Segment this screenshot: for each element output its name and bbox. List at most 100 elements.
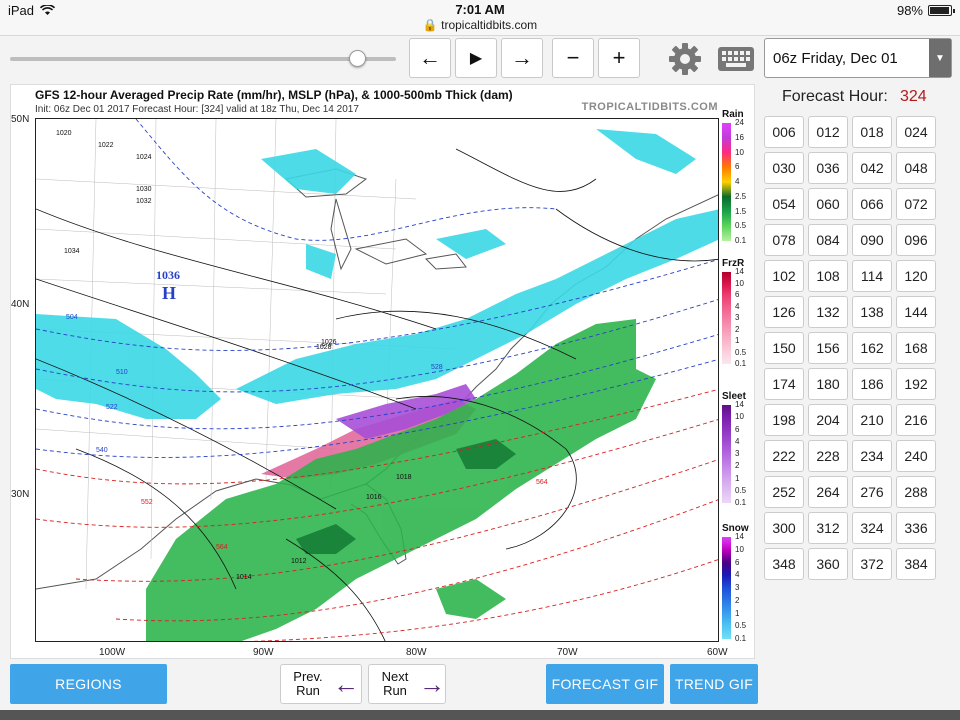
animation-slider-track[interactable] — [10, 57, 396, 61]
svg-text:504: 504 — [66, 314, 78, 321]
forecast-hour-button[interactable]: 012 — [808, 116, 848, 148]
forecast-hour-button[interactable]: 192 — [896, 368, 936, 400]
forecast-hour-button[interactable]: 222 — [764, 440, 804, 472]
forecast-hour-button[interactable]: 018 — [852, 116, 892, 148]
forecast-hour-button[interactable]: 174 — [764, 368, 804, 400]
forecast-hour-button[interactable]: 312 — [808, 512, 848, 544]
svg-text:1022: 1022 — [98, 142, 114, 149]
arrow-left-icon: ← — [333, 668, 359, 699]
forecast-gif-button[interactable]: FORECAST GIF — [546, 664, 664, 704]
forecast-hour-button[interactable]: 030 — [764, 152, 804, 184]
map-plot-area[interactable]: 1036 H 1020 1022 1024 1026 1028 1030 103… — [35, 118, 719, 642]
legend-tick-label: 24 — [735, 118, 744, 127]
forecast-hour-button[interactable]: 036 — [808, 152, 848, 184]
forecast-hour-button[interactable]: 096 — [896, 224, 936, 256]
forecast-hour-button[interactable]: 204 — [808, 404, 848, 436]
forecast-hour-button[interactable]: 024 — [896, 116, 936, 148]
minus-icon: − — [566, 45, 580, 70]
forecast-hour-button[interactable]: 180 — [808, 368, 848, 400]
settings-button[interactable] — [664, 40, 706, 78]
regions-button[interactable]: REGIONS — [10, 664, 167, 704]
forecast-hour-button[interactable]: 042 — [852, 152, 892, 184]
forecast-hour-button[interactable]: 078 — [764, 224, 804, 256]
animation-slider-thumb[interactable] — [349, 50, 367, 67]
prev-run-button[interactable]: Prev. Run ← — [280, 664, 362, 704]
forecast-hour-button[interactable]: 216 — [896, 404, 936, 436]
forecast-hour-button[interactable]: 090 — [852, 224, 892, 256]
status-time: 7:01 AM — [455, 2, 505, 17]
svg-text:540: 540 — [96, 447, 108, 454]
lon-label-90w: 90W — [253, 647, 274, 658]
forecast-hour-button[interactable]: 126 — [764, 296, 804, 328]
forecast-hour-button[interactable]: 150 — [764, 332, 804, 364]
forecast-hour-button[interactable]: 006 — [764, 116, 804, 148]
step-forward-button[interactable]: → — [501, 38, 543, 78]
forecast-hour-button[interactable]: 132 — [808, 296, 848, 328]
svg-text:1024: 1024 — [136, 154, 152, 161]
forecast-hour-button[interactable]: 066 — [852, 188, 892, 220]
forecast-hour-button[interactable]: 198 — [764, 404, 804, 436]
forecast-hour-button[interactable]: 360 — [808, 548, 848, 580]
ios-status-bar: iPad 7:01 AM 🔒 tropicaltidbits.com 98% — [0, 0, 960, 36]
svg-text:510: 510 — [116, 369, 128, 376]
forecast-hour-button[interactable]: 264 — [808, 476, 848, 508]
keyboard-icon — [718, 47, 754, 71]
forecast-hour-button[interactable]: 108 — [808, 260, 848, 292]
legend-colorbar-sleet — [722, 405, 731, 503]
plus-icon: + — [612, 45, 626, 70]
forecast-hour-button[interactable]: 288 — [896, 476, 936, 508]
forecast-hour-button[interactable]: 048 — [896, 152, 936, 184]
keyboard-shortcuts-button[interactable] — [716, 41, 756, 77]
forecast-hour-button[interactable]: 054 — [764, 188, 804, 220]
battery-icon — [928, 5, 955, 16]
forecast-hour-button[interactable]: 348 — [764, 548, 804, 580]
map-brand-watermark: TROPICALTIDBITS.COM — [581, 101, 718, 113]
forecast-hour-button[interactable]: 384 — [896, 548, 936, 580]
forecast-hour-button[interactable]: 300 — [764, 512, 804, 544]
forecast-hour-button[interactable]: 144 — [896, 296, 936, 328]
svg-text:1014: 1014 — [236, 574, 252, 581]
legend-tick-label: 0.5 — [735, 221, 747, 231]
gear-icon — [669, 43, 701, 75]
forecast-hour-button[interactable]: 060 — [808, 188, 848, 220]
legend-tick-label: 0.1 — [735, 498, 747, 507]
forecast-hour-button[interactable]: 252 — [764, 476, 804, 508]
forecast-hour-button[interactable]: 336 — [896, 512, 936, 544]
forecast-hour-button[interactable]: 210 — [852, 404, 892, 436]
legend-tick-label: 1 — [735, 336, 740, 345]
svg-text:1020: 1020 — [56, 130, 72, 137]
forecast-hour-button[interactable]: 240 — [896, 440, 936, 472]
model-run-select[interactable]: 06z Friday, Dec 01 ▼ — [764, 38, 952, 78]
legend-tick-label: 1.5 — [735, 206, 747, 216]
forecast-hour-button[interactable]: 114 — [852, 260, 892, 292]
forecast-hour-button[interactable]: 156 — [808, 332, 848, 364]
legend-tick-label: 0.1 — [735, 359, 747, 368]
forecast-hour-button[interactable]: 234 — [852, 440, 892, 472]
legend-tick-label: 10 — [735, 147, 744, 157]
legend-colorbar-frzr — [722, 272, 731, 364]
forecast-hour-button[interactable]: 072 — [896, 188, 936, 220]
forecast-hour-button[interactable]: 102 — [764, 260, 804, 292]
forecast-hour-button[interactable]: 138 — [852, 296, 892, 328]
play-button[interactable]: ▶ — [455, 38, 497, 78]
forecast-hour-button[interactable]: 186 — [852, 368, 892, 400]
forecast-hour-button[interactable]: 228 — [808, 440, 848, 472]
forecast-hour-button[interactable]: 276 — [852, 476, 892, 508]
zoom-in-button[interactable]: + — [598, 38, 640, 78]
forecast-hour-button[interactable]: 168 — [896, 332, 936, 364]
address-url[interactable]: 🔒 tropicaltidbits.com — [0, 18, 960, 32]
forecast-hour-button[interactable]: 120 — [896, 260, 936, 292]
arrow-left-icon: ← — [419, 45, 441, 70]
forecast-hour-button[interactable]: 324 — [852, 512, 892, 544]
zoom-out-button[interactable]: − — [552, 38, 594, 78]
lon-label-100w: 100W — [99, 647, 126, 658]
forecast-hour-button[interactable]: 372 — [852, 548, 892, 580]
url-text: tropicaltidbits.com — [441, 18, 538, 32]
forecast-hour-button[interactable]: 162 — [852, 332, 892, 364]
forecast-hour-label: Forecast Hour: — [782, 88, 888, 105]
next-run-button[interactable]: Next Run → — [368, 664, 446, 704]
step-back-button[interactable]: ← — [409, 38, 451, 78]
trend-gif-button[interactable]: TREND GIF — [670, 664, 758, 704]
forecast-hour-button[interactable]: 084 — [808, 224, 848, 256]
legend-colorbar-rain — [722, 123, 731, 241]
